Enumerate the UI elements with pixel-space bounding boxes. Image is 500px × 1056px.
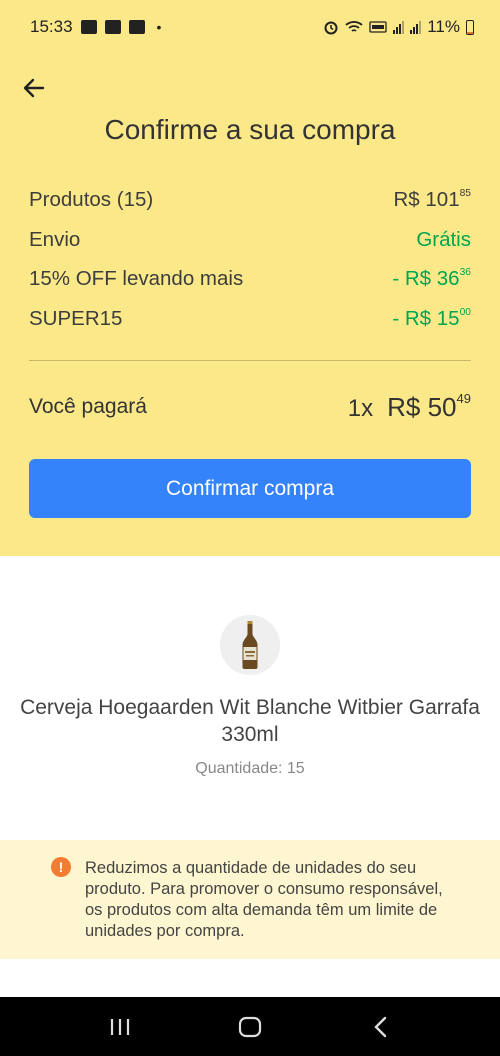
arrow-left-icon [23, 78, 45, 98]
status-bar: 15:33 • 11% [0, 0, 500, 54]
summary-value: Grátis [416, 228, 471, 251]
status-time: 15:33 [30, 17, 73, 36]
summary-label: Produtos (15) [29, 188, 154, 211]
back-button[interactable] [18, 72, 50, 104]
wifi-icon [345, 21, 363, 32]
summary-row-coupon: SUPER15 - R$ 1500 [29, 305, 471, 333]
total-row: Você pagará 1x R$ 5049 [29, 390, 471, 424]
system-navigation-bar [0, 997, 500, 1056]
purchase-summary: Confirme a sua compra Produtos (15) R$ 1… [0, 54, 500, 556]
notice-text: Reduzimos a quantidade de unidades do se… [85, 859, 443, 940]
summary-row-products: Produtos (15) R$ 10185 [29, 186, 471, 214]
gallery-notification-icon [104, 20, 121, 34]
summary-divider [29, 360, 471, 361]
summary-row-bulk-discount: 15% OFF levando mais - R$ 3636 [29, 265, 471, 293]
summary-label: SUPER15 [29, 307, 123, 330]
more-notifications-dot: • [156, 19, 162, 35]
alarm-icon [324, 21, 338, 35]
page-title: Confirme a sua compra [104, 114, 396, 145]
installments-quantity: 1x [347, 394, 374, 422]
summary-row-shipping: Envio Grátis [29, 226, 471, 254]
summary-label: Envio [29, 228, 81, 251]
signal-strength-icon [393, 20, 405, 34]
total-value: 1x R$ 5049 [347, 390, 471, 423]
quantity-limit-notice: ! Reduzimos a quantidade de unidades do … [0, 840, 500, 959]
total-amount: R$ 5049 [387, 390, 471, 422]
battery-icon [466, 19, 474, 35]
confirm-purchase-button[interactable]: Confirmar compra [29, 459, 471, 518]
total-label: Você pagará [29, 395, 147, 418]
summary-value: - R$ 3636 [392, 266, 471, 290]
home-icon [238, 1016, 262, 1037]
recent-apps-button[interactable] [100, 1007, 140, 1047]
recent-apps-icon [110, 1018, 130, 1035]
signal-strength-icon-2 [410, 20, 422, 34]
bottom-spacer [0, 959, 500, 997]
system-back-button[interactable] [360, 1007, 400, 1047]
chevron-left-icon [374, 1016, 387, 1037]
summary-value: R$ 10185 [393, 187, 471, 211]
product-card: Cerveja Hoegaarden Wit Blanche Witbier G… [0, 556, 500, 840]
summary-label: 15% OFF levando mais [29, 267, 244, 290]
summary-value: - R$ 1500 [392, 306, 471, 330]
volte-icon [369, 21, 387, 33]
home-button[interactable] [230, 1007, 270, 1047]
warning-icon: ! [51, 857, 71, 877]
product-image [220, 615, 280, 675]
parking-notification-icon [128, 20, 145, 34]
notification-icon [80, 20, 97, 34]
battery-percent: 11% [427, 17, 460, 36]
beer-bottle-icon [242, 621, 258, 669]
product-name: Cerveja Hoegaarden Wit Blanche Witbier G… [20, 696, 480, 746]
product-quantity: Quantidade: 15 [195, 760, 305, 777]
